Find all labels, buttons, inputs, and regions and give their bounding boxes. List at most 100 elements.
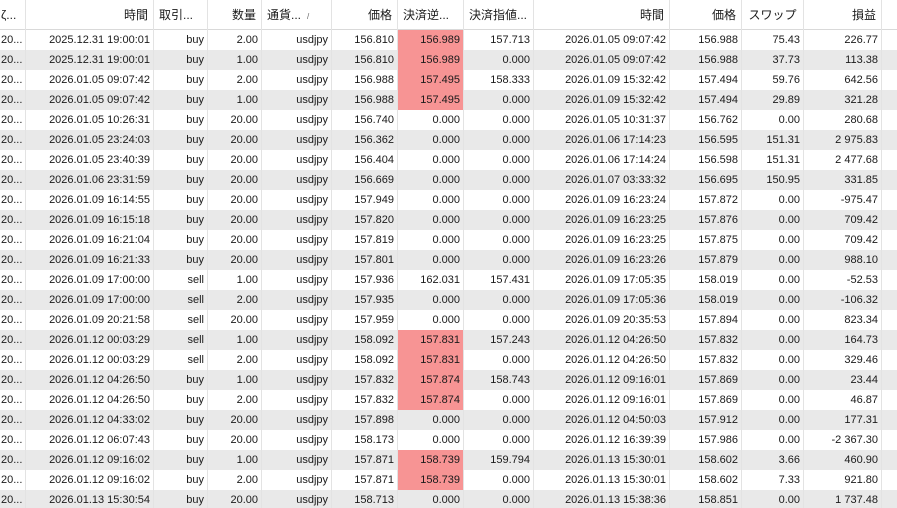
volume-cell: 20.00 xyxy=(208,230,262,250)
table-row[interactable]: 20... 2025.12.31 19:00:01 buy 2.00 usdjpy 156… xyxy=(0,30,897,50)
open-time-cell: 2026.01.05 23:24:03 xyxy=(26,130,154,150)
type-cell: buy xyxy=(154,50,208,70)
row-cut-cell: 20... xyxy=(0,150,26,170)
column-header-close-time[interactable]: 時間 xyxy=(534,0,670,30)
column-header-close-price[interactable]: 価格 xyxy=(670,0,742,30)
take-profit-cell: 0.000 xyxy=(464,390,534,410)
table-row[interactable]: 20... 2026.01.06 23:31:59 buy 20.00 usdjpy 15… xyxy=(0,170,897,190)
swap-cell: 151.31 xyxy=(742,150,804,170)
symbol-cell: usdjpy xyxy=(262,250,332,270)
table-row[interactable]: 20... 2026.01.12 04:26:50 buy 2.00 usdjpy 157… xyxy=(0,390,897,410)
close-time-cell: 2026.01.09 16:23:24 xyxy=(534,190,670,210)
column-header-open-time[interactable]: 時間 xyxy=(26,0,154,30)
table-row[interactable]: 20... 2026.01.12 00:03:29 sell 2.00 usdjpy 15… xyxy=(0,350,897,370)
profit-cell: 321.28 xyxy=(804,90,882,110)
table-row[interactable]: 20... 2026.01.12 04:33:02 buy 20.00 usdjpy 15… xyxy=(0,410,897,430)
open-time-cell: 2025.12.31 19:00:01 xyxy=(26,30,154,50)
open-time-cell: 2026.01.12 00:03:29 xyxy=(26,330,154,350)
row-cut-cell: 20... xyxy=(0,270,26,290)
table-row[interactable]: 20... 2026.01.13 15:30:54 buy 20.00 usdjpy 15… xyxy=(0,490,897,508)
stop-loss-cell: 0.000 xyxy=(398,210,464,230)
symbol-cell: usdjpy xyxy=(262,370,332,390)
table-row[interactable]: 20... 2026.01.09 16:14:55 buy 20.00 usdjpy 15… xyxy=(0,190,897,210)
column-header-take-profit[interactable]: 決済指値... xyxy=(464,0,534,30)
column-header-type[interactable]: 取引... xyxy=(154,0,208,30)
type-cell: buy xyxy=(154,390,208,410)
type-cell: buy xyxy=(154,450,208,470)
price-cell: 157.832 xyxy=(332,370,398,390)
stop-loss-cell: 156.989 xyxy=(398,30,464,50)
swap-cell: 0.00 xyxy=(742,390,804,410)
column-header-swap[interactable]: スワップ xyxy=(742,0,804,30)
volume-cell: 1.00 xyxy=(208,270,262,290)
table-row[interactable]: 20... 2026.01.12 04:26:50 buy 1.00 usdjpy 157… xyxy=(0,370,897,390)
volume-cell: 20.00 xyxy=(208,250,262,270)
column-header-cut[interactable]: ζ... xyxy=(0,0,26,30)
price-cell: 157.819 xyxy=(332,230,398,250)
price-cell: 158.713 xyxy=(332,490,398,508)
type-cell: buy xyxy=(154,190,208,210)
take-profit-cell: 157.431 xyxy=(464,270,534,290)
price-cell: 157.959 xyxy=(332,310,398,330)
volume-cell: 2.00 xyxy=(208,390,262,410)
type-cell: buy xyxy=(154,470,208,490)
table-row[interactable]: 20... 2026.01.05 09:07:42 buy 2.00 usdjpy 156… xyxy=(0,70,897,90)
profit-cell: 280.68 xyxy=(804,110,882,130)
profit-cell: 1 737.48 xyxy=(804,490,882,508)
close-price-cell: 157.876 xyxy=(670,210,742,230)
table-row[interactable]: 20... 2026.01.09 16:21:33 buy 20.00 usdjpy 15… xyxy=(0,250,897,270)
close-time-cell: 2026.01.12 04:26:50 xyxy=(534,350,670,370)
close-price-cell: 158.019 xyxy=(670,290,742,310)
table-row[interactable]: 20... 2026.01.05 09:07:42 buy 1.00 usdjpy 156… xyxy=(0,90,897,110)
type-cell: sell xyxy=(154,290,208,310)
type-cell: buy xyxy=(154,210,208,230)
take-profit-cell: 0.000 xyxy=(464,310,534,330)
table-row[interactable]: 20... 2025.12.31 19:00:01 buy 1.00 usdjpy 156… xyxy=(0,50,897,70)
type-cell: buy xyxy=(154,490,208,508)
symbol-cell: usdjpy xyxy=(262,470,332,490)
close-time-cell: 2026.01.09 17:05:35 xyxy=(534,270,670,290)
table-row[interactable]: 20... 2026.01.09 16:21:04 buy 20.00 usdjpy 15… xyxy=(0,230,897,250)
stop-loss-cell: 157.831 xyxy=(398,330,464,350)
close-time-cell: 2026.01.09 15:32:42 xyxy=(534,90,670,110)
take-profit-cell: 0.000 xyxy=(464,490,534,508)
table-row[interactable]: 20... 2026.01.09 17:00:00 sell 1.00 usdjpy 15… xyxy=(0,270,897,290)
column-header-profit[interactable]: 損益 xyxy=(804,0,882,30)
table-row[interactable]: 20... 2026.01.12 09:16:02 buy 2.00 usdjpy 157… xyxy=(0,470,897,490)
table-row[interactable]: 20... 2026.01.09 17:00:00 sell 2.00 usdjpy 15… xyxy=(0,290,897,310)
price-cell: 158.092 xyxy=(332,350,398,370)
table-row[interactable]: 20... 2026.01.12 00:03:29 sell 1.00 usdjpy 15… xyxy=(0,330,897,350)
column-header-volume[interactable]: 数量 xyxy=(208,0,262,30)
profit-cell: 823.34 xyxy=(804,310,882,330)
stop-loss-cell: 0.000 xyxy=(398,430,464,450)
table-row[interactable]: 20... 2026.01.05 23:24:03 buy 20.00 usdjpy 15… xyxy=(0,130,897,150)
open-time-cell: 2025.12.31 19:00:01 xyxy=(26,50,154,70)
close-time-cell: 2026.01.09 17:05:36 xyxy=(534,290,670,310)
price-cell: 158.173 xyxy=(332,430,398,450)
table-row[interactable]: 20... 2026.01.09 20:21:58 sell 20.00 usdjpy 1… xyxy=(0,310,897,330)
volume-cell: 20.00 xyxy=(208,410,262,430)
take-profit-cell: 0.000 xyxy=(464,210,534,230)
close-time-cell: 2026.01.07 03:33:32 xyxy=(534,170,670,190)
table-row[interactable]: 20... 2026.01.05 10:26:31 buy 20.00 usdjpy 15… xyxy=(0,110,897,130)
row-cut-cell: 20... xyxy=(0,230,26,250)
table-row[interactable]: 20... 2026.01.12 09:16:02 buy 1.00 usdjpy 157… xyxy=(0,450,897,470)
row-cut-cell: 20... xyxy=(0,310,26,330)
symbol-cell: usdjpy xyxy=(262,230,332,250)
table-row[interactable]: 20... 2026.01.05 23:40:39 buy 20.00 usdjpy 15… xyxy=(0,150,897,170)
close-price-cell: 157.912 xyxy=(670,410,742,430)
table-row[interactable]: 20... 2026.01.12 06:07:43 buy 20.00 usdjpy 15… xyxy=(0,430,897,450)
open-time-cell: 2026.01.09 17:00:00 xyxy=(26,270,154,290)
open-time-cell: 2026.01.12 09:16:02 xyxy=(26,450,154,470)
open-time-cell: 2026.01.12 04:26:50 xyxy=(26,390,154,410)
row-cut-cell: 20... xyxy=(0,30,26,50)
column-header-symbol[interactable]: 通貨... / xyxy=(262,0,332,30)
close-price-cell: 158.851 xyxy=(670,490,742,508)
price-cell: 158.092 xyxy=(332,330,398,350)
column-header-price[interactable]: 価格 xyxy=(332,0,398,30)
table-row[interactable]: 20... 2026.01.09 16:15:18 buy 20.00 usdjpy 15… xyxy=(0,210,897,230)
volume-cell: 1.00 xyxy=(208,370,262,390)
column-header-stop-loss[interactable]: 決済逆... xyxy=(398,0,464,30)
row-cut-cell: 20... xyxy=(0,110,26,130)
close-time-cell: 2026.01.12 09:16:01 xyxy=(534,370,670,390)
